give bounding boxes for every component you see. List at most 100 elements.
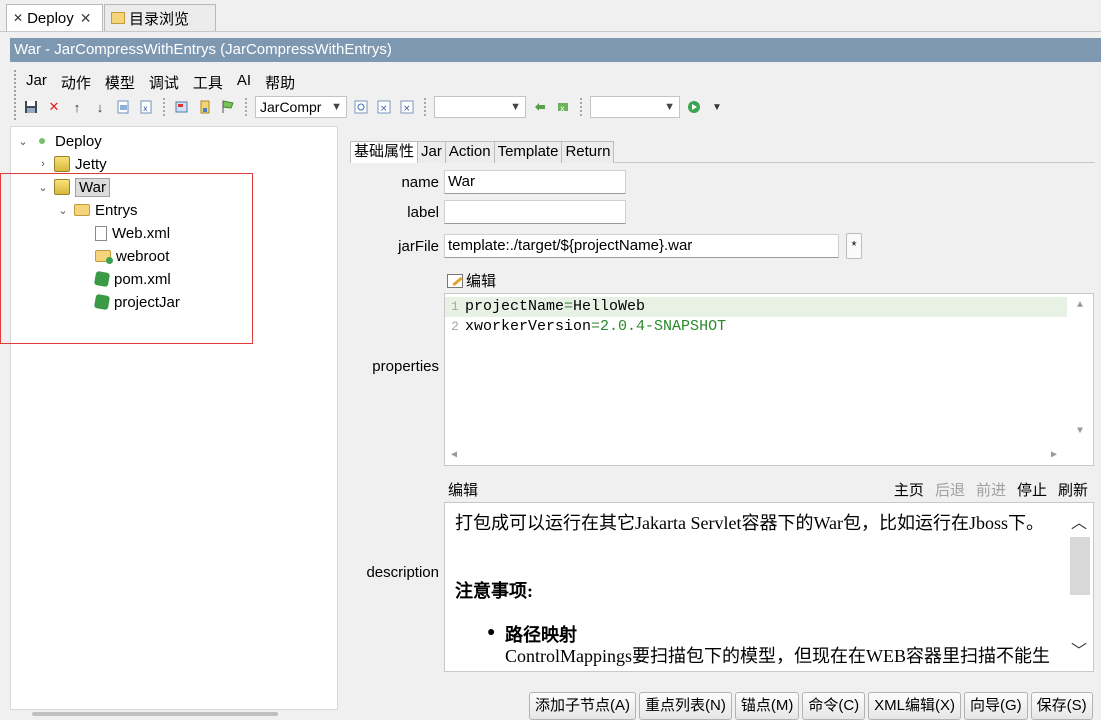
add-child-node-button[interactable]: 添加子节点(A) [529,692,636,720]
command-button[interactable]: 命令(C) [802,692,866,720]
chevron-right-icon[interactable]: › [37,158,49,170]
tab-basic-properties[interactable]: 基础属性 [350,141,419,163]
description-label: description [366,564,439,581]
properties-edit-label: 编辑 [466,273,497,290]
delete-icon[interactable]: ✕ [45,98,63,116]
close-model-icon[interactable]: × [375,98,393,116]
menu-model[interactable]: 模型 [103,72,137,94]
chevron-down-icon[interactable]: ⌄ [17,135,29,148]
bookmark-icon[interactable] [196,98,214,116]
description-vertical-scrollbar[interactable]: ︿ ﹀ [1067,503,1093,671]
tree-node-label: projectJar [114,293,180,311]
flag-icon[interactable] [219,98,237,116]
tree-node-webxml[interactable]: Web.xml [95,222,170,244]
properties-code-editor[interactable]: 1 projectName=HelloWeb 2 xworkerVersion=2.… [444,293,1094,466]
tree-node-label: pom.xml [114,270,171,288]
jar-icon [54,179,70,195]
description-edit-link[interactable]: 编辑 [448,479,478,500]
tab-deploy[interactable]: ✕ Deploy ✕ [6,4,103,31]
puzzle-icon [93,293,111,311]
thing-selector-combo[interactable]: JarCompr ▼ [255,96,347,118]
tree-node-entrys[interactable]: ⌄ Entrys [57,199,138,221]
tree-node-jetty[interactable]: › Jetty [37,153,107,175]
stop-button[interactable]: 停止 [1017,479,1047,500]
move-down-icon[interactable]: ↓ [91,98,109,116]
properties-label: properties [372,358,439,375]
bullet-dot: ● [487,625,496,640]
run-action-icon[interactable] [531,98,549,116]
menu-ai[interactable]: AI [235,72,253,94]
label-field[interactable] [444,200,626,224]
close-icon[interactable]: ✕ [80,10,92,27]
toolbar-separator [580,98,582,116]
forward-button[interactable]: 前进 [976,479,1006,500]
tab-directory-browse-label: 目录浏览 [129,10,190,28]
tree-node-projectjar[interactable]: projectJar [93,291,180,313]
tree-node-label: Entrys [95,201,138,219]
description-paragraph: 打包成可以运行在其它Jakarta Servlet容器下的War包，比如运行在J… [455,513,1044,533]
tree-node-war[interactable]: ⌄ War [37,176,110,198]
refresh-model-icon[interactable] [352,98,370,116]
anchor-button[interactable]: 锚点(M) [734,692,800,720]
scroll-down-icon[interactable]: ▼ [1077,426,1083,437]
scroll-right-icon[interactable]: ▶ [1051,449,1057,461]
open-document-icon[interactable] [114,98,132,116]
xml-export-icon[interactable]: × [398,98,416,116]
tree-horizontal-scrollbar[interactable] [32,712,278,716]
run-menu-chevron-down-icon[interactable]: ▼ [708,98,726,116]
move-up-icon[interactable]: ↑ [68,98,86,116]
run-selector-combo[interactable]: ▼ [590,96,680,118]
action-button-bar: 添加子节点(A) 重点列表(N) 锚点(M) 命令(C) XML编辑(X) 向导… [529,692,1093,720]
jarfile-chooser-button[interactable]: * [846,233,862,259]
xml-edit-button[interactable]: XML编辑(X) [868,692,961,720]
tab-directory-browse[interactable]: 目录浏览 [104,4,216,31]
menu-action[interactable]: 动作 [59,72,93,94]
scrollbar-thumb[interactable] [1070,537,1090,595]
scroll-up-icon[interactable]: ▲ [1077,300,1083,311]
wizard-button[interactable]: 向导(G) [964,692,1028,720]
scroll-up-icon[interactable]: ︿ [1071,509,1087,533]
action-selector-combo[interactable]: ▼ [434,96,526,118]
menu-debug[interactable]: 调试 [147,72,181,94]
puzzle-icon [93,270,111,288]
new-model-icon[interactable] [173,98,191,116]
chevron-down-icon[interactable]: ⌄ [57,204,69,217]
description-browser[interactable]: 打包成可以运行在其它Jakarta Servlet容器下的War包，比如运行在J… [444,502,1094,672]
back-button[interactable]: 后退 [935,479,965,500]
properties-edit-link[interactable]: 编辑 [447,270,496,291]
save-icon[interactable] [22,98,40,116]
run-icon[interactable] [685,98,703,116]
refresh-button[interactable]: 刷新 [1058,479,1088,500]
code-line: 1 projectName=HelloWeb [445,297,1067,317]
name-label: name [401,174,439,191]
save-button[interactable]: 保存(S) [1030,692,1093,720]
tab-return[interactable]: Return [561,141,615,163]
scroll-down-icon[interactable]: ﹀ [1071,637,1087,661]
scroll-left-icon[interactable]: ◀ [451,449,457,461]
menu-jar[interactable]: Jar [24,72,49,94]
debug-action-icon[interactable]: x [554,98,572,116]
editor-vertical-scrollbar[interactable]: ▲ ▼ [1073,294,1093,446]
home-button[interactable]: 主页 [894,479,924,500]
chevron-down-icon[interactable]: ⌄ [37,181,49,194]
code-key: xworkerVersion [465,318,592,335]
main-toolbar: ✕ ↑ ↓ x JarCompr ▼ × × ▼ x ▼ ▼ [22,95,726,119]
tab-jar[interactable]: Jar [417,141,446,163]
tree-node-webroot[interactable]: webroot [95,245,169,267]
xml-file-icon[interactable]: x [137,98,155,116]
editor-horizontal-scrollbar[interactable]: ◀ ▶ [445,445,1073,465]
menu-help[interactable]: 帮助 [263,72,297,94]
deploy-icon: ✕ [13,11,24,25]
line-number: 2 [451,319,459,334]
tab-action[interactable]: Action [444,141,495,163]
tree-node-deploy[interactable]: ⌄ Deploy [17,130,101,152]
tab-template[interactable]: Template [493,141,563,163]
jar-icon [54,156,70,172]
name-field[interactable]: War [444,170,626,194]
key-list-button[interactable]: 重点列表(N) [639,692,732,720]
description-browser-bar: 编辑 主页 后退 前进 停止 刷新 [444,476,1094,500]
menu-tools[interactable]: 工具 [191,72,225,94]
tree-node-pomxml[interactable]: pom.xml [93,268,171,290]
tree-node-label: webroot [116,247,170,265]
jarfile-field[interactable]: template:./target/${projectName}.war [444,234,839,258]
